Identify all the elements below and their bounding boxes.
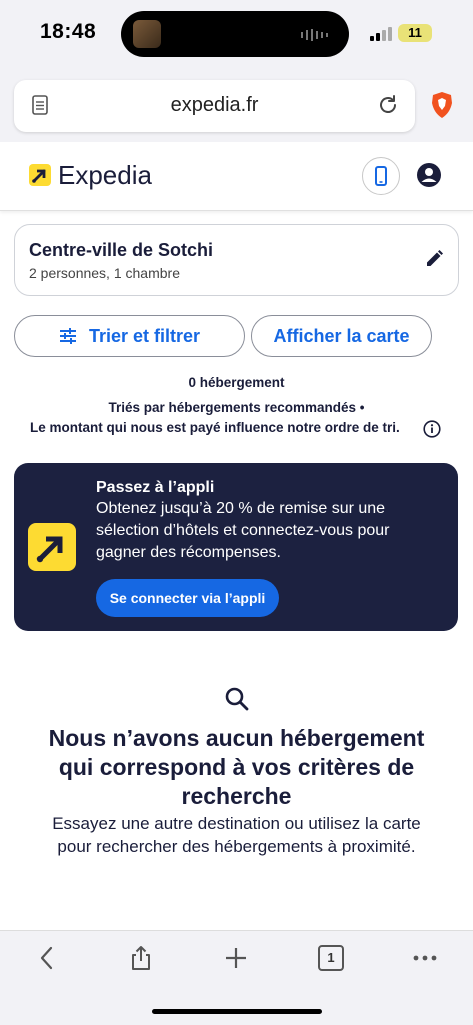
empty-state-text: Essayez une autre destination ou utilise… bbox=[52, 814, 421, 856]
phone-icon bbox=[375, 166, 387, 186]
app-promo-banner: Passez à l’appli Obtenez jusqu’à 20 % de… bbox=[14, 463, 458, 631]
banner-text: Obtenez jusqu’à 20 % de remise sur une s… bbox=[96, 500, 390, 561]
banner-title: Passez à l’appli bbox=[96, 479, 215, 496]
show-map-button[interactable]: Afficher la carte bbox=[251, 315, 432, 357]
brand-name[interactable]: Expedia bbox=[58, 160, 152, 191]
search-icon bbox=[225, 687, 249, 711]
app-download-button[interactable] bbox=[362, 157, 400, 195]
tabs-button[interactable]: 1 bbox=[318, 945, 344, 971]
site-header: Expedia bbox=[0, 142, 473, 211]
signal-icon bbox=[370, 27, 392, 41]
ranking-disclosure: Le montant qui nous est payé influence n… bbox=[30, 420, 400, 435]
info-icon[interactable] bbox=[423, 420, 441, 438]
brave-shield-icon[interactable] bbox=[430, 91, 454, 119]
new-tab-icon[interactable] bbox=[223, 945, 249, 971]
status-time: 18:48 bbox=[40, 20, 97, 43]
more-icon[interactable] bbox=[412, 945, 438, 971]
address-bar[interactable]: expedia.fr bbox=[14, 80, 415, 132]
reload-icon[interactable] bbox=[377, 94, 399, 116]
sort-filter-button[interactable]: Trier et filtrer bbox=[14, 315, 245, 357]
results-count: 0 hébergement bbox=[188, 375, 285, 390]
share-icon[interactable] bbox=[128, 945, 154, 971]
sliders-icon bbox=[59, 328, 76, 344]
empty-state-title: Nous n’avons aucun hébergement qui corre… bbox=[48, 725, 425, 809]
edit-icon[interactable] bbox=[424, 249, 444, 269]
dynamic-island[interactable] bbox=[121, 11, 349, 57]
guests-text: 2 personnes, 1 chambre bbox=[29, 265, 180, 281]
url-text[interactable]: expedia.fr bbox=[14, 94, 415, 117]
show-map-label: Afficher la carte bbox=[273, 325, 410, 346]
open-app-button[interactable]: Se connecter via l’appli bbox=[96, 579, 279, 617]
media-thumbnail bbox=[133, 20, 161, 48]
battery-indicator: 11 bbox=[398, 24, 432, 42]
expedia-logo-icon[interactable] bbox=[29, 164, 51, 186]
audio-wave-icon bbox=[301, 29, 328, 41]
home-indicator[interactable] bbox=[152, 1009, 322, 1014]
account-icon[interactable] bbox=[416, 162, 442, 188]
destination-text: Centre-ville de Sotchi bbox=[29, 240, 214, 260]
sort-filter-label: Trier et filtrer bbox=[88, 325, 201, 346]
search-summary-card[interactable]: Centre-ville de Sotchi 2 personnes, 1 ch… bbox=[14, 224, 459, 296]
sort-info: Triés par hébergements recommandés • bbox=[108, 400, 365, 415]
expedia-app-icon bbox=[28, 523, 76, 571]
back-icon[interactable] bbox=[35, 945, 61, 971]
